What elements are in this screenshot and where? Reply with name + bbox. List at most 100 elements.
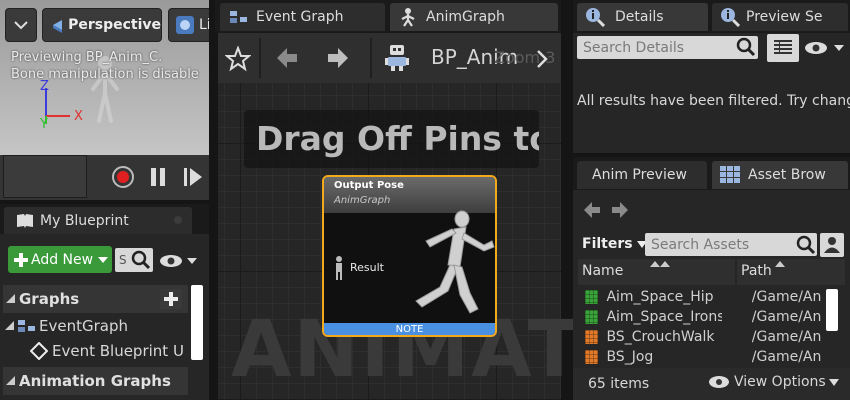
tree-item-event-blueprint-update[interactable]: Event Blueprint U — [30, 342, 184, 360]
forward-arrow-icon[interactable] — [326, 46, 350, 70]
column-header-name[interactable]: Name — [578, 259, 735, 285]
item-count: 65 items — [588, 376, 650, 392]
zoom-level-text: Zoom 3 — [494, 48, 556, 67]
plus-icon — [14, 252, 28, 267]
tree-item-eventgraph[interactable]: EventGraph — [5, 317, 128, 335]
axis-z-label: Z — [40, 79, 49, 94]
asset-path: /Game/Ani — [751, 349, 821, 365]
axis-y-label: Y — [40, 117, 48, 132]
event-graph-tab-label: Event Graph — [256, 9, 344, 25]
editor-window: Perspective Li Previewing BP_Anim_C. Bon… — [0, 0, 850, 400]
tab-event-graph[interactable]: Event Graph — [220, 3, 385, 31]
result-pin-label: Result — [350, 261, 384, 274]
toolbar-divider — [370, 38, 372, 78]
add-graph-button[interactable] — [160, 289, 182, 309]
animation-graphs-section-header[interactable]: Animation Graphs — [3, 367, 188, 395]
asset-search-input[interactable]: Search Assets — [645, 233, 817, 256]
details-search-input[interactable]: Search Details — [577, 36, 758, 59]
node-title: Output Pose — [334, 180, 404, 191]
asset-row[interactable]: BS_CrouchWalk/Game/Ani — [585, 327, 821, 347]
play-forward-button[interactable] — [180, 164, 206, 190]
filters-label: Filters — [582, 236, 633, 252]
tab-animgraph[interactable]: AnimGraph — [390, 3, 558, 31]
asset-path: /Game/Ani — [751, 329, 821, 345]
toolbar-divider — [259, 38, 261, 78]
asset-type-icon — [585, 310, 599, 324]
node-note-bar[interactable]: NOTE — [324, 323, 495, 335]
axis-x-label: X — [74, 109, 83, 124]
chevron-down-icon — [98, 256, 109, 263]
pause-icon — [151, 168, 165, 186]
column-header-path[interactable]: Path — [737, 259, 845, 285]
asset-row[interactable]: BS_Jog/Game/Ani — [585, 347, 821, 367]
animation-graphs-label: Animation Graphs — [19, 372, 171, 390]
search-icon[interactable] — [736, 37, 756, 57]
timeline-thumbnail[interactable] — [3, 155, 87, 198]
property-matrix-button[interactable] — [767, 34, 799, 62]
perspective-label: Perspective — [68, 17, 161, 33]
record-button[interactable] — [110, 164, 136, 190]
asset-name: Aim_Space_Hip — [606, 289, 714, 305]
back-arrow-icon[interactable] — [583, 201, 601, 219]
asset-name: BS_Jog — [606, 349, 654, 365]
play-icon — [184, 168, 202, 186]
eye-icon[interactable] — [159, 253, 197, 269]
tab-my-blueprint[interactable]: My Blueprint — [4, 207, 192, 234]
asset-name: Aim_Space_Ironsig — [606, 309, 722, 325]
tab-anim-preview[interactable]: Anim Preview — [577, 161, 707, 189]
asset-path: /Game/Ani — [751, 289, 821, 305]
viewport-options-button[interactable] — [5, 8, 37, 42]
asset-row[interactable]: Aim_Space_Ironsig/Game/Ani — [585, 307, 821, 327]
add-new-label: Add New — [31, 251, 94, 268]
my-blueprint-tab-label: My Blueprint — [40, 212, 129, 229]
pause-button[interactable] — [145, 164, 171, 190]
perspective-button[interactable]: Perspective — [42, 8, 162, 42]
preview-viewport[interactable]: Perspective Li Previewing BP_Anim_C. Bon… — [0, 0, 209, 200]
view-options-button[interactable]: View Options — [708, 374, 839, 390]
asset-name: BS_CrouchWalk — [606, 329, 715, 345]
info-magnifier-icon — [586, 8, 605, 27]
graphs-label: Graphs — [19, 290, 80, 308]
asset-type-icon — [585, 330, 599, 344]
name-column-label: Name — [582, 263, 624, 279]
search-icon[interactable] — [131, 250, 151, 270]
asset-path: /Game/Ani — [751, 309, 821, 325]
chevron-down-icon — [828, 378, 839, 386]
sort-arrow-icon — [775, 261, 785, 267]
star-icon[interactable] — [225, 46, 251, 72]
graph-toolbar: BP_Anim Zoom 3 — [218, 33, 561, 83]
graph-hint-text: Drag Off Pins to C — [244, 110, 539, 168]
user-filter-button[interactable] — [820, 233, 844, 257]
filter-message: All results have been filtered. Try chan… — [577, 93, 850, 109]
add-new-button[interactable]: Add New — [8, 246, 112, 273]
panel-scrollbar[interactable] — [191, 285, 203, 360]
anim-figure-icon — [401, 8, 415, 27]
output-pose-node[interactable]: Output Pose AnimGraph Result NOTE — [322, 175, 497, 337]
preview-settings-tab-label: Preview Se — [746, 9, 823, 25]
forward-arrow-icon[interactable] — [611, 201, 629, 219]
tab-asset-browser[interactable]: Asset Brow — [712, 161, 848, 189]
tab-details[interactable]: Details — [577, 3, 708, 31]
tab-preview-settings[interactable]: Preview Se — [712, 3, 848, 31]
graph-icon — [18, 320, 35, 332]
eye-icon — [709, 376, 729, 388]
asset-row[interactable]: Aim_Space_Hip/Game/Ani — [585, 287, 821, 307]
plus-icon — [164, 292, 178, 306]
anim-preview-tab-label: Anim Preview — [592, 167, 687, 183]
view-options-label: View Options — [734, 374, 826, 390]
back-arrow-icon[interactable] — [275, 46, 299, 70]
search-icon[interactable] — [796, 235, 816, 255]
details-tab-label: Details — [615, 9, 664, 25]
chevron-down-icon — [14, 21, 28, 30]
pose-pin-icon[interactable] — [332, 255, 346, 281]
filters-button[interactable]: Filters — [582, 236, 647, 252]
lit-sphere-icon — [176, 16, 194, 34]
eye-icon[interactable] — [804, 40, 846, 56]
blueprint-robot-icon — [385, 45, 409, 71]
asset-list-scrollbar[interactable] — [826, 289, 838, 331]
tab-close-dot[interactable] — [174, 216, 182, 224]
node-subtitle: AnimGraph — [334, 195, 391, 206]
collapse-arrow-icon — [5, 321, 14, 330]
view-mode-button[interactable]: Li — [168, 8, 209, 42]
graph-icon — [230, 11, 247, 23]
